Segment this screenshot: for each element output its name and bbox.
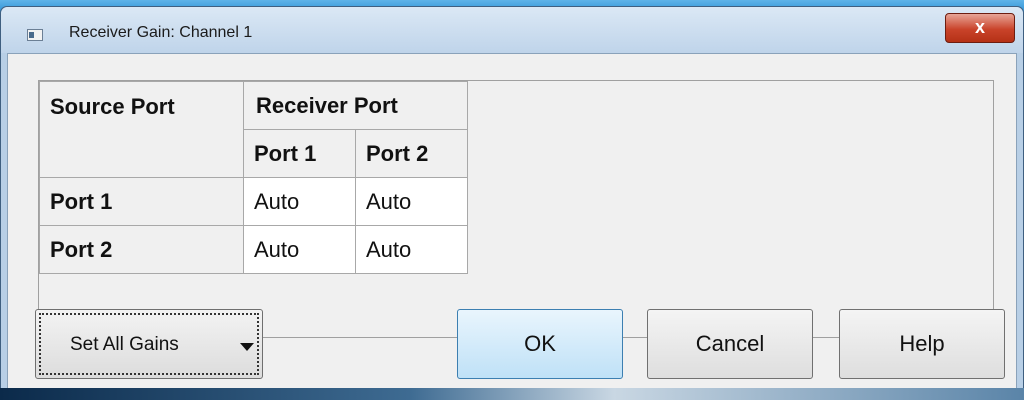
cancel-button[interactable]: Cancel: [647, 309, 813, 379]
window-title: Receiver Gain: Channel 1: [69, 24, 253, 41]
window-app-icon: [27, 29, 43, 41]
column-header-port-2: Port 2: [355, 129, 468, 178]
ok-button[interactable]: OK: [457, 309, 623, 379]
dialog-window: Receiver Gain: Channel 1 x Source Port R…: [0, 6, 1024, 394]
column-header-port-1: Port 1: [243, 129, 356, 178]
row-header-port-1: Port 1: [39, 177, 244, 226]
title-bar[interactable]: Receiver Gain: Channel 1 x: [1, 7, 1023, 53]
gain-cell-p2-p1[interactable]: Auto: [243, 225, 356, 274]
desktop-background-bottom: [0, 388, 1024, 400]
set-all-gains-dropdown[interactable]: Set All Gains: [35, 309, 263, 379]
row-header-port-2: Port 2: [39, 225, 244, 274]
gain-cell-p1-p2[interactable]: Auto: [355, 177, 468, 226]
receiver-port-header: Receiver Port: [243, 81, 468, 130]
source-port-header: Source Port: [39, 81, 244, 178]
gain-cell-p1-p1[interactable]: Auto: [243, 177, 356, 226]
caret-down-icon: [240, 343, 254, 351]
set-all-gains-label: Set All Gains: [70, 334, 179, 355]
receiver-gain-grid: Source Port Receiver Port Port 1 Port 2 …: [38, 80, 994, 338]
close-button[interactable]: x: [945, 13, 1015, 43]
gain-table: Source Port Receiver Port Port 1 Port 2 …: [39, 81, 468, 274]
gain-cell-p2-p2[interactable]: Auto: [355, 225, 468, 274]
help-button[interactable]: Help: [839, 309, 1005, 379]
